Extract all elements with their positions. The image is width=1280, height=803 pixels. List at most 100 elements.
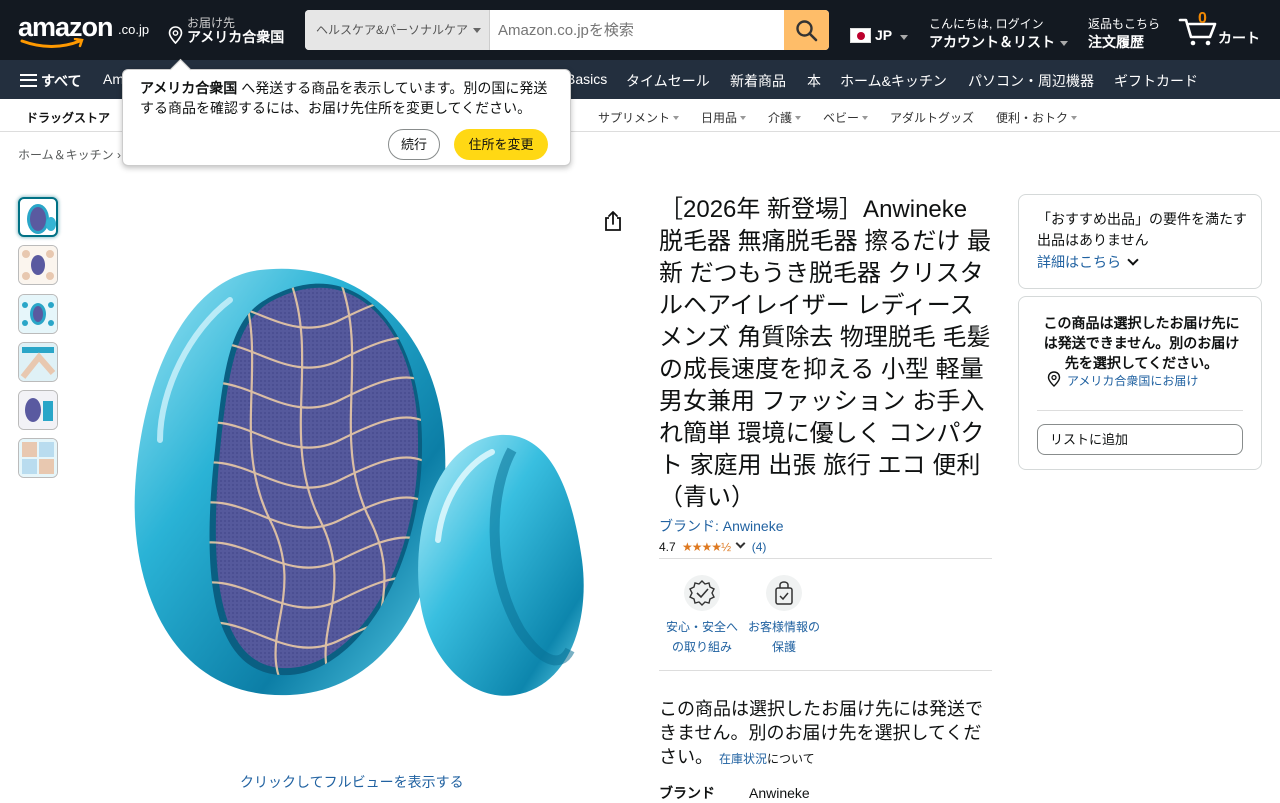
popover-message: アメリカ合衆国 へ発送する商品を表示しています。別の国に発送する商品を確認するに… bbox=[140, 78, 560, 118]
caret-down-icon bbox=[673, 116, 680, 120]
details-link[interactable]: 詳細はこちら bbox=[1037, 252, 1139, 272]
returns-orders[interactable]: 返品もこちら 注文履歴 bbox=[1088, 15, 1160, 52]
account-menu[interactable]: こんにちは, ログイン アカウント＆リスト bbox=[929, 15, 1068, 52]
thumbnail-6[interactable] bbox=[18, 438, 58, 478]
shield-check-icon bbox=[684, 575, 720, 611]
spec-key: ブランド bbox=[659, 785, 715, 801]
divider bbox=[659, 558, 992, 559]
rating-value: 4.7 bbox=[659, 540, 676, 554]
location-pin-icon bbox=[1047, 371, 1061, 387]
bag-lock-icon bbox=[766, 575, 802, 611]
subnav-deals[interactable]: 便利・おトク bbox=[996, 109, 1078, 126]
cart-label: カート bbox=[1218, 30, 1260, 46]
unavailable-text: この商品は選択したお届け先には発送できません。別のお届け先を選択してください。 bbox=[659, 699, 983, 767]
thumbnail-1[interactable] bbox=[18, 197, 58, 237]
subnav-care[interactable]: 介護 bbox=[768, 109, 802, 126]
subnav-supplements[interactable]: サプリメント bbox=[598, 109, 680, 126]
search-button[interactable] bbox=[784, 10, 829, 50]
stock-status-link[interactable]: 在庫状況 bbox=[719, 752, 767, 766]
breadcrumb[interactable]: ホーム＆キッチン › bbox=[18, 146, 121, 163]
ship-message: この商品は選択したお届け先には発送できません。別のお届け先を選択してください。 bbox=[1043, 315, 1240, 371]
thumbnail-image bbox=[27, 204, 56, 234]
share-icon bbox=[605, 211, 621, 231]
unavailable-message: この商品は選択したお届け先には発送できません。別のお届け先を選択してください。在… bbox=[659, 697, 992, 771]
subnav-label: 日用品 bbox=[701, 111, 738, 125]
cart-count: 0 bbox=[1198, 10, 1207, 27]
caret-down-icon bbox=[1071, 116, 1078, 120]
chevron-down-icon bbox=[1127, 254, 1139, 266]
add-to-list-button[interactable]: リストに追加 bbox=[1037, 424, 1243, 455]
nav-item-basics[interactable]: Basics bbox=[566, 71, 607, 87]
subnav-label: サプリメント bbox=[598, 111, 671, 125]
continue-button[interactable]: 続行 bbox=[388, 129, 440, 160]
nav-item-books[interactable]: 本 bbox=[807, 71, 821, 91]
full-view-link[interactable]: クリックしてフルビューを表示する bbox=[240, 772, 464, 792]
cart-button[interactable]: 0 カート bbox=[1178, 10, 1268, 50]
safety-badge[interactable]: 安心・安全への取り組み bbox=[662, 575, 742, 657]
subnav-daily[interactable]: 日用品 bbox=[701, 109, 747, 126]
product-photo bbox=[134, 268, 584, 696]
subnav-label: ベビー bbox=[823, 111, 860, 125]
logo-smile-icon bbox=[20, 38, 84, 48]
search-input[interactable] bbox=[490, 10, 784, 50]
deliver-location-label: アメリカ合衆国にお届け bbox=[1067, 374, 1199, 388]
privacy-badge[interactable]: お客様情報の保護 bbox=[744, 575, 824, 657]
subnav-label: 介護 bbox=[768, 111, 793, 125]
thumbnail-2[interactable] bbox=[18, 245, 58, 285]
subnav-label: 便利・おトク bbox=[996, 111, 1069, 125]
search-icon bbox=[796, 20, 818, 42]
rating-summary: 4.7 ★★★★½ (4) bbox=[659, 538, 767, 554]
thumbnail-5[interactable] bbox=[18, 390, 58, 430]
nav-item-timesale[interactable]: タイムセール bbox=[626, 71, 710, 91]
star-rating-icon[interactable]: ★★★★½ bbox=[682, 540, 731, 554]
japan-flag-icon bbox=[850, 28, 871, 43]
location-pin-icon bbox=[168, 26, 183, 44]
caret-down-icon bbox=[795, 116, 802, 120]
change-address-button[interactable]: 住所を変更 bbox=[454, 129, 548, 160]
nav-item-new[interactable]: 新着商品 bbox=[730, 71, 786, 91]
orders-label: 注文履歴 bbox=[1088, 34, 1144, 50]
caret-down-icon bbox=[862, 116, 869, 120]
nav-item-giftcard[interactable]: ギフトカード bbox=[1114, 71, 1198, 91]
chevron-down-icon[interactable] bbox=[735, 538, 746, 549]
thumbnail-4[interactable] bbox=[18, 342, 58, 382]
safety-badge-label: 安心・安全への取り組み bbox=[665, 620, 738, 654]
thumbnail-3[interactable] bbox=[18, 294, 58, 334]
divider bbox=[1037, 410, 1243, 411]
caret-down-icon bbox=[1060, 40, 1068, 46]
brand-link[interactable]: ブランド: Anwineke bbox=[659, 516, 783, 536]
buy-box: この商品は選択したお届け先には発送できません。別のお届け先を選択してください。 … bbox=[1018, 296, 1262, 470]
privacy-badge-label: お客様情報の保護 bbox=[747, 620, 820, 654]
caret-down-icon bbox=[473, 28, 481, 33]
subnav-baby[interactable]: ベビー bbox=[823, 109, 869, 126]
subnav-adult[interactable]: アダルトグッズ bbox=[890, 109, 974, 126]
top-header: amazon .co.jp お届け先 アメリカ合衆国 ヘルスケア&パーソナルケア… bbox=[0, 0, 1280, 60]
main-product-image[interactable] bbox=[120, 240, 600, 710]
rating-count-link[interactable]: (4) bbox=[752, 540, 767, 554]
language-code: JP bbox=[875, 27, 893, 43]
thumbnail-image bbox=[19, 246, 57, 284]
spec-value: Anwineke bbox=[749, 785, 810, 801]
amazon-logo[interactable]: amazon .co.jp bbox=[18, 12, 153, 52]
featured-offer-box: 「おすすめ出品」の要件を満たす出品はありません 詳細はこちら bbox=[1018, 194, 1262, 289]
caret-down-icon bbox=[740, 116, 747, 120]
search-category-value: ヘルスケア&パーソナルケア bbox=[316, 23, 469, 37]
deliver-location-link[interactable]: アメリカ合衆国にお届け bbox=[1047, 371, 1199, 389]
nav-item-home-kitchen[interactable]: ホーム&キッチン bbox=[840, 71, 947, 91]
search-category-select[interactable]: ヘルスケア&パーソナルケア bbox=[305, 10, 490, 50]
account-label: アカウント＆リスト bbox=[929, 34, 1055, 50]
nav-item-pc[interactable]: パソコン・周辺機器 bbox=[968, 71, 1094, 91]
returns-label: 返品もこちら bbox=[1088, 17, 1161, 31]
caret-down-icon bbox=[900, 35, 908, 40]
thumbnail-image bbox=[19, 343, 57, 381]
nav-item-amazon[interactable]: Am bbox=[103, 71, 124, 87]
thumbnail-image bbox=[19, 295, 57, 333]
search-bar: ヘルスケア&パーソナルケア bbox=[305, 10, 829, 50]
popover-location: アメリカ合衆国 bbox=[140, 80, 238, 96]
divider bbox=[659, 670, 992, 671]
share-button[interactable] bbox=[603, 210, 623, 237]
thumbnail-image bbox=[19, 439, 57, 477]
featured-offer-message: 「おすすめ出品」の要件を満たす出品はありません bbox=[1037, 211, 1247, 248]
all-menu-button[interactable]: すべて bbox=[20, 71, 81, 91]
subnav-drugstore[interactable]: ドラッグストア bbox=[26, 109, 110, 126]
